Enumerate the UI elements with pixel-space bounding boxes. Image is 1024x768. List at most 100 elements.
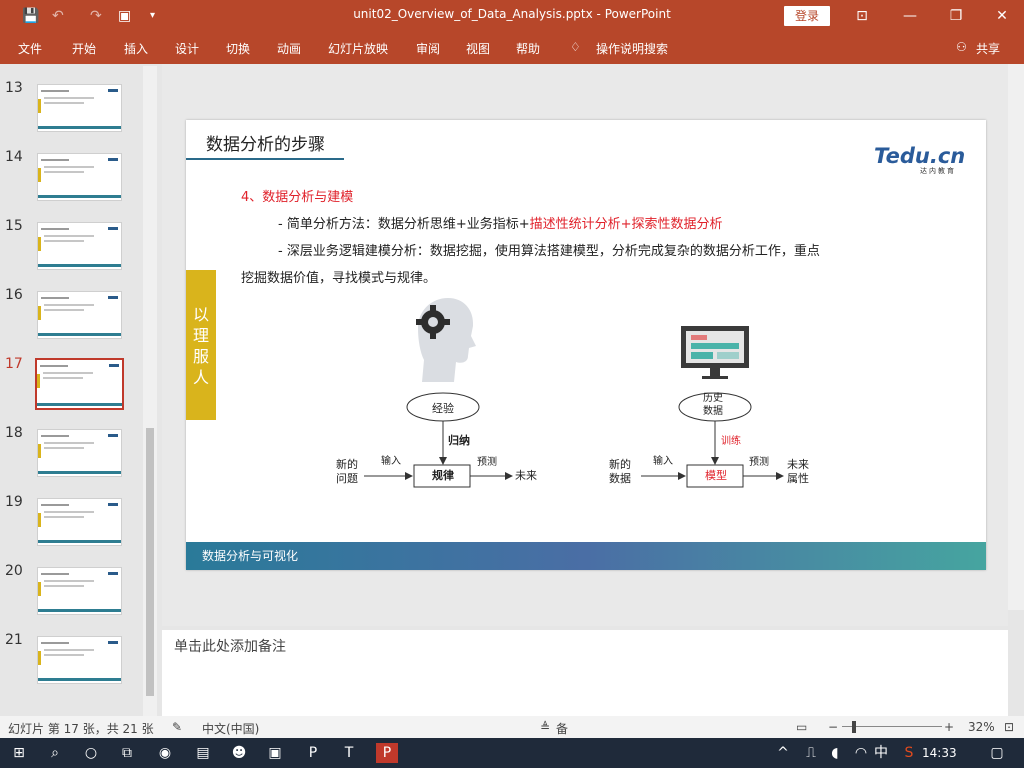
bullet-simple-analysis[interactable]: - 简单分析方法：数据分析思维+业务指标+描述性统计分析+探索性数据分析: [278, 213, 723, 232]
login-button[interactable]: 登录: [784, 6, 830, 26]
slide-title[interactable]: 数据分析的步骤: [206, 130, 325, 155]
zoom-slider-thumb[interactable]: [852, 721, 856, 733]
tedu-logo: Tedu.cn: [874, 144, 966, 168]
clock[interactable]: 14:33: [922, 746, 957, 760]
tab-slideshow[interactable]: 幻灯片放映: [328, 40, 388, 57]
chrome-icon[interactable]: ◉: [154, 743, 176, 763]
sogou-icon[interactable]: S: [898, 743, 920, 763]
close-button[interactable]: ✕: [992, 6, 1012, 26]
zoom-slider[interactable]: [842, 726, 942, 727]
thumb-number: 13: [5, 80, 23, 96]
bullet-deep-analysis-cont[interactable]: 挖掘数据价值，寻找模式与规律。: [241, 267, 436, 286]
notes-button[interactable]: 备: [556, 720, 568, 737]
bullet-text: - 简单分析方法：数据分析思维+业务指标+: [278, 217, 530, 232]
input-label-right: 输入: [653, 456, 673, 467]
thumb-number: 18: [5, 425, 23, 441]
slide-thumbnail-20[interactable]: [37, 567, 122, 615]
tab-help[interactable]: 帮助: [516, 40, 540, 57]
head-gear-icon: [416, 298, 476, 382]
task-view-icon[interactable]: ⧉: [116, 743, 138, 763]
bullet-deep-analysis[interactable]: - 深层业务逻辑建模分析：数据挖掘，使用算法搭建模型，分析完成复杂的数据分析工作…: [278, 240, 820, 259]
new-problem-label: 新的 问题: [336, 458, 358, 485]
analysis-diagram: [364, 298, 784, 488]
history-data-label: 历史 数据: [703, 393, 723, 417]
slide-thumbnail-17[interactable]: [35, 358, 124, 410]
tab-review[interactable]: 审阅: [416, 40, 440, 57]
thumb-number: 20: [5, 563, 23, 579]
app-icon[interactable]: ☻: [228, 743, 250, 763]
fit-slide-icon[interactable]: ⊡: [1004, 720, 1014, 734]
slide-thumbnail-19[interactable]: [37, 498, 122, 546]
notes-icon[interactable]: ≜: [540, 720, 550, 734]
new-data-label: 新的 数据: [609, 458, 631, 485]
zoom-out-button[interactable]: −: [828, 720, 838, 734]
thumb-number: 16: [5, 287, 23, 303]
wifi-icon[interactable]: ◠: [850, 743, 872, 763]
tab-insert[interactable]: 插入: [124, 40, 148, 57]
tell-me-search[interactable]: 操作说明搜索: [596, 40, 668, 57]
model-label: 模型: [705, 469, 727, 482]
rule-label: 规律: [432, 469, 454, 482]
tray-up-icon[interactable]: ^: [772, 743, 794, 763]
ribbon-tabs: 文件 开始 插入 设计 切换 动画 幻灯片放映 审阅 视图 帮助 ♢ 操作说明搜…: [0, 32, 1024, 64]
typora-icon[interactable]: T: [338, 743, 360, 763]
predict-label-right: 预测: [749, 457, 769, 468]
thumb-number: 21: [5, 632, 23, 648]
taskbar: ⊞ ⌕ ○ ⧉ ◉ ▤ ☻ ▣ P T P ^ ⎍ ◖ ◠ 中 S 14:33 …: [0, 738, 1024, 768]
slide-thumbnail-18[interactable]: [37, 429, 122, 477]
tab-transitions[interactable]: 切换: [226, 40, 250, 57]
induction-label: 归纳: [448, 434, 470, 447]
title-underline: [186, 158, 344, 160]
title-bar: 💾 ↶ ↷ ▣ ▾ unit02_Overview_of_Data_Analys…: [0, 0, 1024, 32]
file-explorer-icon[interactable]: ▤: [192, 743, 214, 763]
cortana-icon[interactable]: ○: [80, 743, 102, 763]
tab-design[interactable]: 设计: [175, 40, 199, 57]
section-heading[interactable]: 4、数据分析与建模: [241, 186, 353, 205]
slide-thumbnail-21[interactable]: [37, 636, 122, 684]
input-label-left: 输入: [381, 456, 401, 467]
future-attribute-label: 未来 属性: [787, 458, 809, 485]
editor-scrollbar[interactable]: [1008, 64, 1024, 610]
tab-animations[interactable]: 动画: [277, 40, 301, 57]
volume-icon[interactable]: ◖: [824, 743, 846, 763]
language-indicator[interactable]: 中文(中国): [202, 720, 259, 737]
p-app-icon[interactable]: P: [302, 743, 324, 763]
slide-thumbnails-pane: 13 14 15 16 17 18 19 20 21: [0, 64, 160, 716]
slide-thumbnail-14[interactable]: [37, 153, 122, 201]
share-button[interactable]: 共享: [976, 40, 1000, 57]
search-icon[interactable]: ⌕: [44, 743, 66, 763]
user-icon: ⚇: [956, 40, 967, 54]
tab-file[interactable]: 文件: [18, 40, 42, 57]
slide-canvas[interactable]: 数据分析的步骤 Tedu.cn 达内教育 4、数据分析与建模 - 简单分析方法：…: [186, 120, 986, 570]
slide-thumbnail-15[interactable]: [37, 222, 122, 270]
slide-footer: 数据分析与可视化: [186, 542, 986, 570]
experience-label: 经验: [432, 402, 454, 415]
thumbnails-scroll-thumb[interactable]: [146, 428, 154, 696]
windows-start-icon[interactable]: ⊞: [8, 743, 30, 763]
lightbulb-icon: ♢: [570, 40, 581, 54]
restore-button[interactable]: ❐: [946, 6, 966, 26]
highlight-text: 描述性统计分析+探索性数据分析: [529, 217, 723, 232]
tab-view[interactable]: 视图: [466, 40, 490, 57]
remote-app-icon[interactable]: ▣: [264, 743, 286, 763]
zoom-level[interactable]: 32%: [968, 720, 995, 734]
network-icon[interactable]: ⎍: [800, 743, 822, 763]
tab-home[interactable]: 开始: [72, 40, 96, 57]
ime-indicator[interactable]: 中: [870, 743, 892, 763]
powerpoint-icon[interactable]: P: [376, 743, 398, 763]
accessibility-icon[interactable]: ✎: [172, 720, 182, 734]
slide-thumbnail-16[interactable]: [37, 291, 122, 339]
notes-placeholder[interactable]: 单击此处添加备注: [174, 636, 286, 656]
zoom-in-button[interactable]: +: [944, 720, 954, 734]
predict-label-left: 预测: [477, 457, 497, 468]
presenter-view-icon[interactable]: ▭: [796, 720, 807, 734]
status-bar: 幻灯片 第 17 张，共 21 张 ✎ 中文(中国) ≜ 备 ▭ − + 32%…: [0, 716, 1024, 738]
notes-pane[interactable]: 单击此处添加备注: [162, 630, 1008, 716]
minimize-button[interactable]: —: [900, 6, 920, 26]
notification-icon[interactable]: ▢: [986, 743, 1008, 763]
ribbon-display-icon[interactable]: ⊡: [852, 6, 872, 26]
thumb-number: 17: [5, 356, 23, 372]
slide-thumbnail-13[interactable]: [37, 84, 122, 132]
thumb-number: 14: [5, 149, 23, 165]
thumb-number: 19: [5, 494, 23, 510]
